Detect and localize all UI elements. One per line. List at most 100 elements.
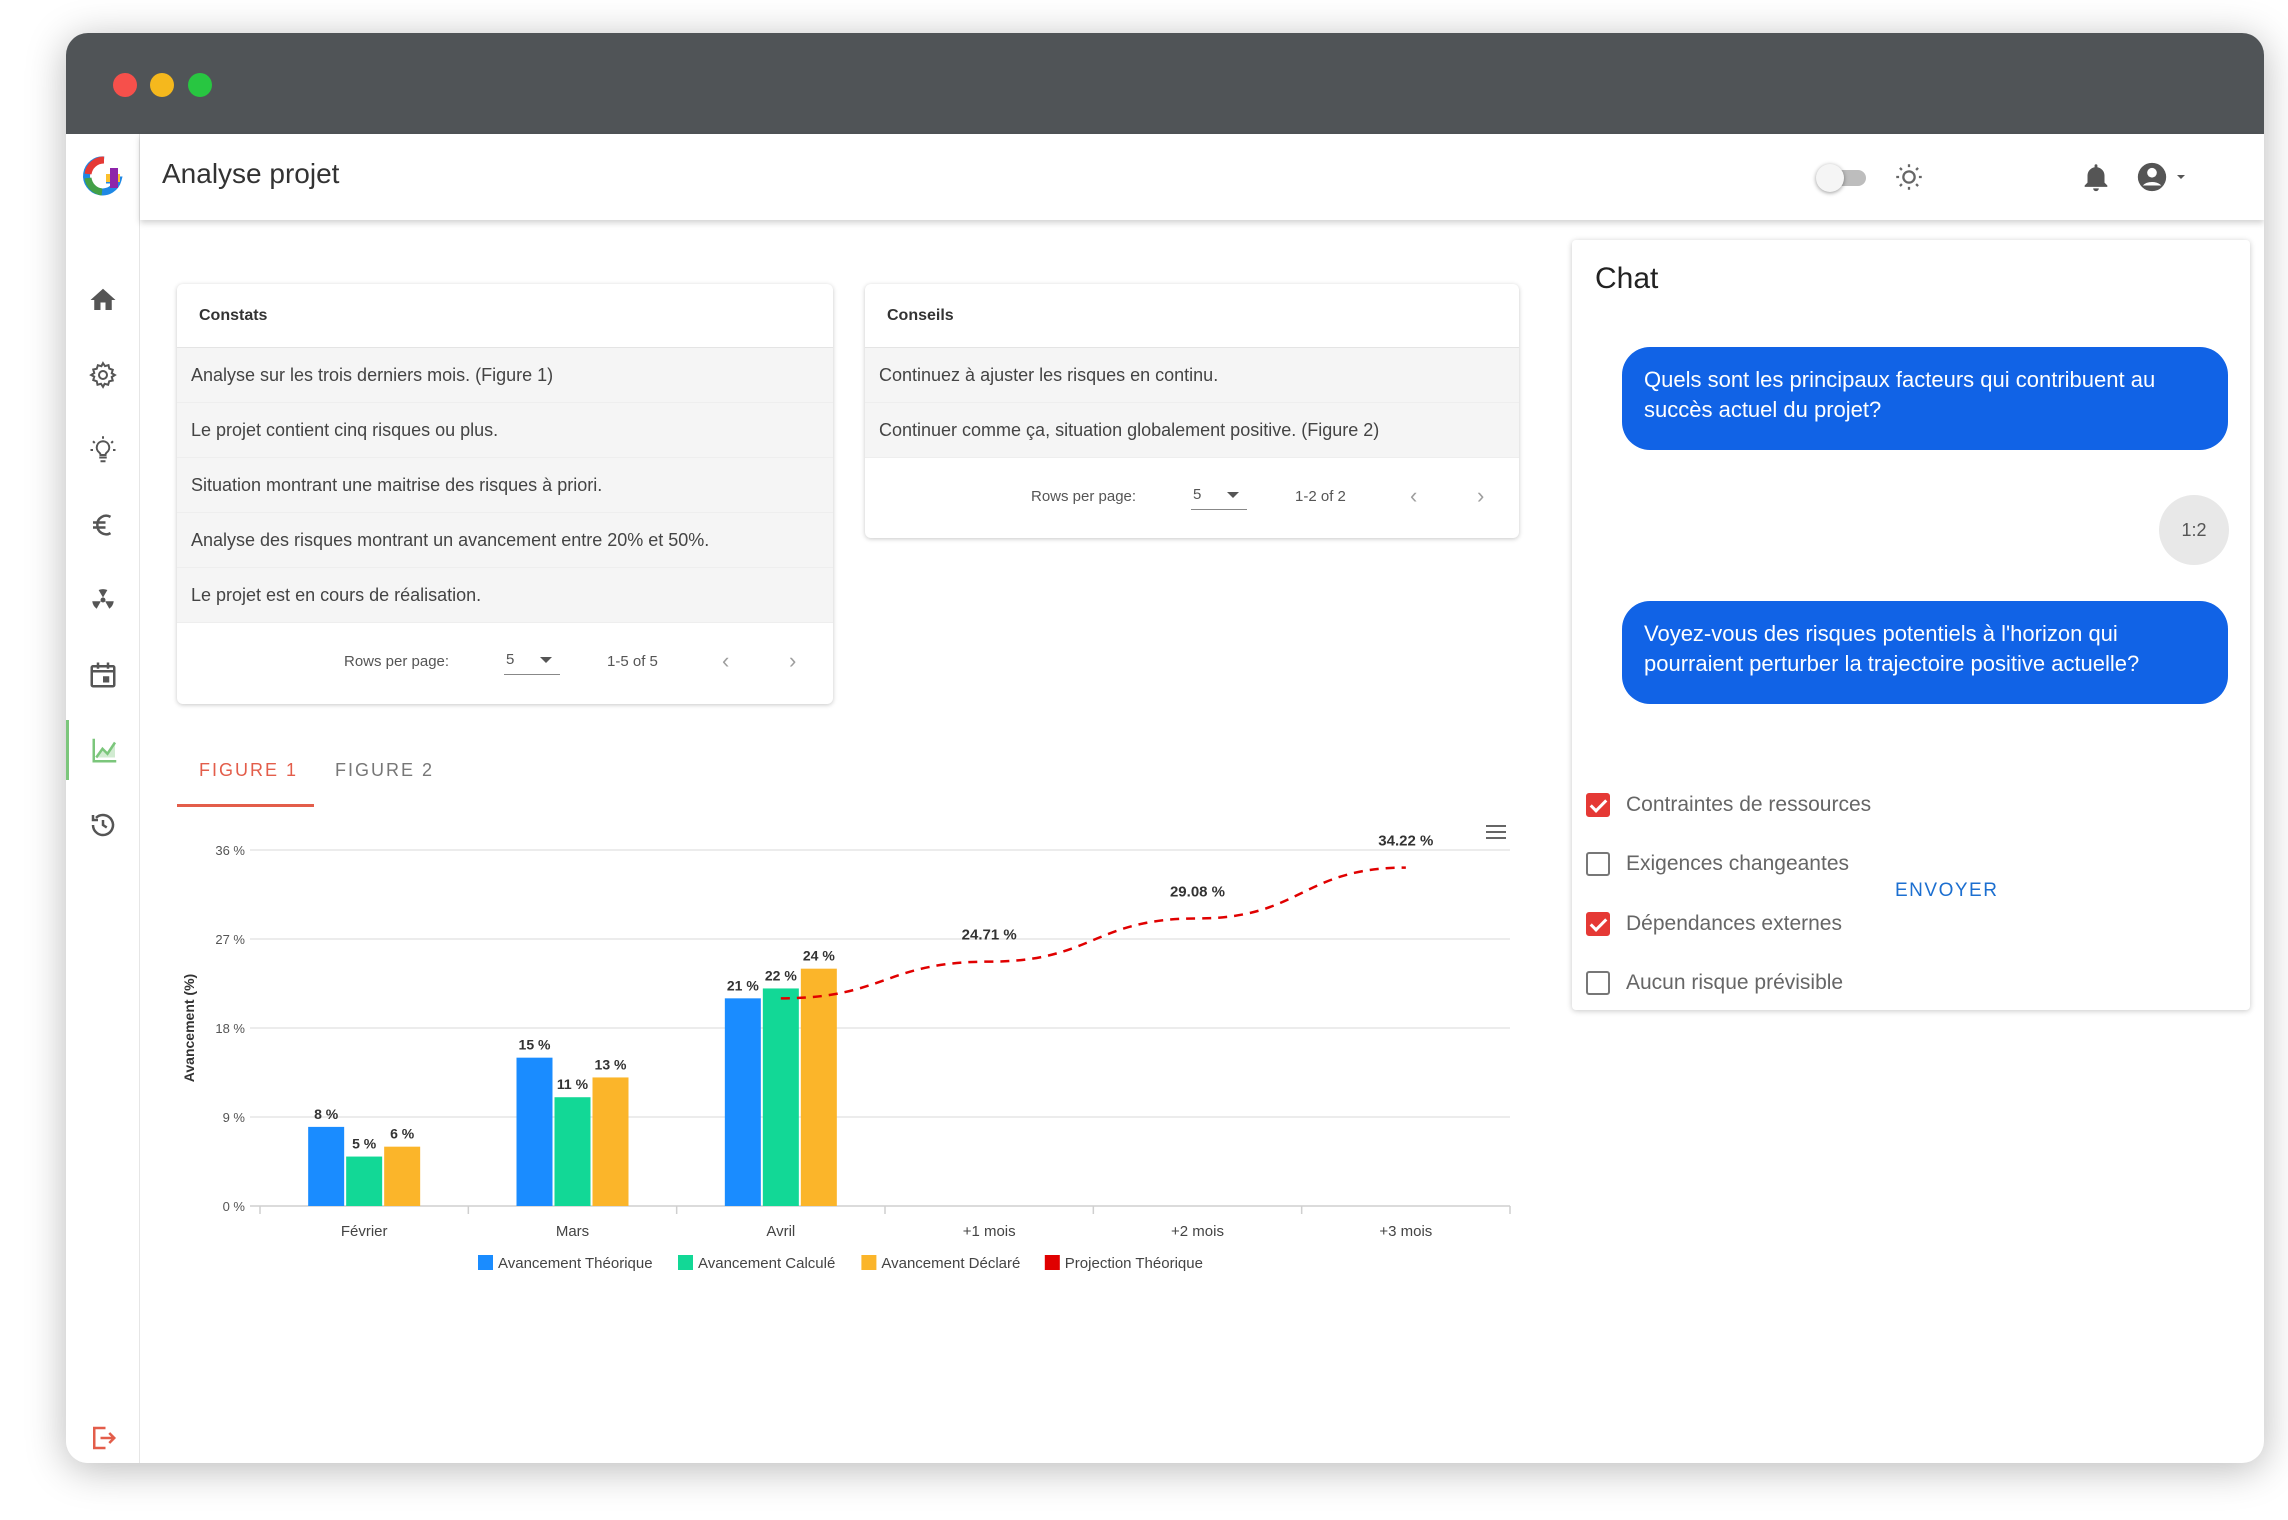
window-titlebar: [66, 33, 2264, 134]
constats-header: Constats: [177, 284, 833, 348]
y-tick-label: 18 %: [215, 1021, 245, 1036]
sidebar-item-ideas[interactable]: [66, 420, 140, 480]
caret-down-icon: [540, 657, 552, 663]
conseils-header: Conseils: [865, 284, 1519, 348]
home-icon: [90, 288, 116, 310]
y-axis-label: Avancement (%): [181, 974, 197, 1082]
sidebar-item-budget[interactable]: [66, 495, 140, 555]
data-label: 24.71 %: [962, 927, 1017, 944]
chat-title: Chat: [1595, 262, 1659, 295]
figure-tabs: FIGURE 1 FIGURE 2: [177, 750, 457, 812]
legend-item: Avancement Calculé: [698, 1255, 835, 1272]
sidebar-item-logout[interactable]: [66, 1408, 140, 1463]
minimize-window-button[interactable]: [150, 73, 174, 97]
option-external-dependencies[interactable]: Dépendances externes: [1586, 904, 1842, 944]
calendar-icon: [90, 662, 116, 688]
bar: [384, 1146, 421, 1206]
app-bar: Analyse projet: [140, 134, 2264, 220]
y-tick-label: 27 %: [215, 932, 245, 947]
table-row: Analyse des risques montrant un avanceme…: [177, 513, 833, 568]
data-label: 8 %: [314, 1106, 339, 1122]
rows-per-page-select[interactable]: 5: [504, 643, 560, 675]
radiation-icon: [92, 589, 114, 609]
checkbox-unchecked[interactable]: [1586, 852, 1610, 876]
tab-indicator: [177, 804, 314, 807]
lightbulb-icon: [90, 436, 116, 463]
constats-card: Constats Analyse sur les trois derniers …: [177, 284, 833, 704]
projection-line: [780, 866, 1406, 1000]
theme-toggle[interactable]: [1816, 164, 1866, 192]
next-page-button[interactable]: ›: [789, 648, 796, 674]
rows-per-page-select[interactable]: 5: [1191, 478, 1247, 510]
bar: [346, 1156, 383, 1206]
data-label: 11 %: [557, 1076, 589, 1092]
gear-icon: [89, 361, 117, 389]
euro-icon: [93, 514, 112, 536]
data-label: 15 %: [519, 1037, 551, 1053]
table-row: Le projet est en cours de réalisation.: [177, 568, 833, 623]
page-title: Analyse projet: [162, 158, 340, 189]
account-icon: [2137, 162, 2167, 192]
x-tick-label: +3 mois: [1379, 1223, 1432, 1240]
x-tick-label: Mars: [556, 1223, 589, 1240]
x-tick-label: Avril: [766, 1223, 795, 1240]
app-logo[interactable]: [78, 152, 126, 200]
maximize-window-button[interactable]: [188, 73, 212, 97]
sidebar: [66, 134, 140, 1463]
sidebar-item-risks[interactable]: [66, 570, 140, 630]
next-page-button[interactable]: ›: [1477, 483, 1484, 509]
data-label: 29.08 %: [1170, 883, 1225, 900]
chevron-down-icon: [2177, 175, 2185, 179]
close-window-button[interactable]: [113, 73, 137, 97]
y-tick-label: 36 %: [215, 843, 245, 858]
chat-panel: Chat Quels sont les principaux facteurs …: [1572, 240, 2250, 1010]
option-changing-requirements[interactable]: Exigences changeantes: [1586, 844, 1849, 884]
sidebar-item-calendar[interactable]: [66, 645, 140, 705]
prev-page-button[interactable]: ‹: [722, 648, 729, 674]
progress-chart: 0 % 9 % 18 % 27 % 36 % Février Mars Avril +1 moi…: [181, 825, 1511, 1272]
sidebar-item-home[interactable]: [66, 270, 140, 330]
checkbox-checked[interactable]: [1586, 912, 1610, 936]
bell-icon[interactable]: [2079, 160, 2113, 194]
account-menu[interactable]: [2135, 158, 2195, 196]
caret-down-icon: [1227, 492, 1239, 498]
conseils-pagination: Rows per page: 5 1-2 of 2 ‹ ›: [865, 458, 1519, 534]
table-row: Continuez à ajuster les risques en conti…: [865, 348, 1519, 403]
history-icon: [91, 813, 115, 837]
option-no-risk[interactable]: Aucun risque prévisible: [1586, 963, 1843, 1003]
tab-figure-2[interactable]: FIGURE 2: [335, 760, 434, 781]
data-label: 13 %: [595, 1056, 627, 1072]
data-label: 21 %: [727, 977, 759, 993]
chat-message: Quels sont les principaux facteurs qui c…: [1622, 347, 2228, 450]
chat-message: Voyez-vous des risques potentiels à l'ho…: [1622, 601, 2228, 704]
rows-per-page-label: Rows per page:: [1031, 487, 1137, 505]
constats-pagination: Rows per page: 5 1-5 of 5 ‹ ›: [177, 623, 833, 699]
data-label: 24 %: [803, 948, 835, 964]
data-label: 34.22 %: [1378, 833, 1433, 850]
data-label: 6 %: [390, 1126, 415, 1142]
legend-item: Projection Théorique: [1065, 1255, 1203, 1272]
sidebar-item-history[interactable]: [66, 795, 140, 855]
legend-swatch: [861, 1255, 877, 1270]
table-row: Continuer comme ça, situation globalemen…: [865, 403, 1519, 458]
sidebar-item-settings[interactable]: [66, 345, 140, 405]
x-tick-label: +1 mois: [963, 1223, 1016, 1240]
bar: [554, 1097, 591, 1206]
send-button[interactable]: ENVOYER: [1895, 880, 1998, 902]
brightness-icon[interactable]: [1892, 160, 1926, 194]
prev-page-button[interactable]: ‹: [1410, 483, 1417, 509]
conseils-card: Conseils Continuez à ajuster les risques…: [865, 284, 1519, 538]
option-resources[interactable]: Contraintes de ressources: [1586, 785, 1871, 825]
sidebar-item-analysis[interactable]: [66, 720, 140, 780]
y-tick-label: 9 %: [223, 1110, 246, 1125]
checkbox-unchecked[interactable]: [1586, 971, 1610, 995]
legend-swatch: [678, 1255, 693, 1270]
bar: [308, 1126, 345, 1206]
tab-figure-1[interactable]: FIGURE 1: [199, 760, 298, 781]
page-range: 1-5 of 5: [607, 652, 658, 670]
legend-item: Avancement Déclaré: [881, 1255, 1020, 1272]
checkbox-checked[interactable]: [1586, 793, 1610, 817]
rows-per-page-label: Rows per page:: [344, 652, 450, 670]
y-tick-label: 0 %: [223, 1199, 246, 1214]
table-row: Situation montrant une maitrise des risq…: [177, 458, 833, 513]
